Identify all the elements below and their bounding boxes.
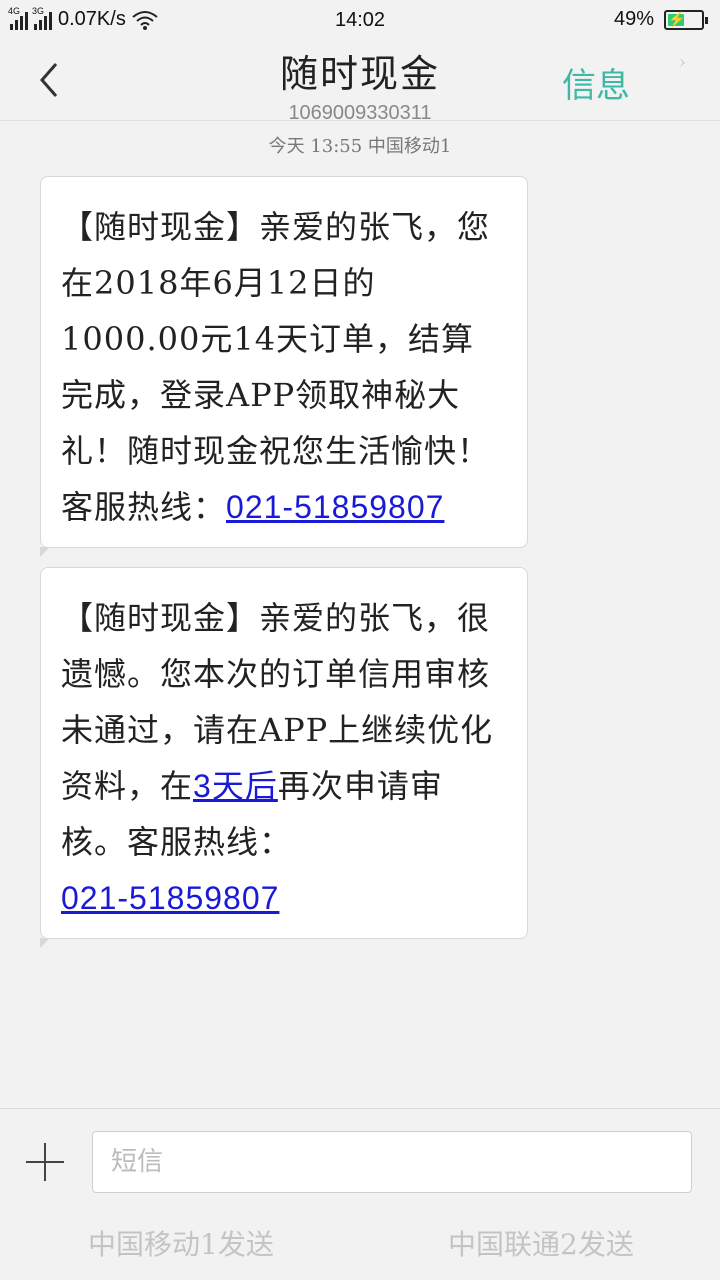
sms-input[interactable] (92, 1131, 692, 1193)
chevron-right-icon[interactable]: › (679, 52, 686, 73)
phone-link[interactable]: 021-51859807 (61, 880, 279, 916)
date-link[interactable]: 3天后 (193, 768, 278, 804)
status-bar: 4G 3G 0.07K/s 14:02 49% ⚡ (0, 0, 720, 40)
send-sim1-button[interactable]: 中国移动1发送 (88, 1223, 274, 1263)
battery-level: ⚡ (668, 10, 686, 27)
battery-percent: 49% (613, 8, 654, 30)
divider (0, 120, 720, 121)
battery-icon: ⚡ (664, 9, 708, 30)
message-bubble[interactable]: 【随时现金】亲爱的张飞，很遗憾。您本次的订单信用审核未通过，请在APP上继续优化… (40, 567, 528, 948)
message-timestamp: 今天 13:55 中国移动1 (268, 136, 452, 157)
clock: 14:02 (334, 9, 386, 31)
message-text: 【随时现金】亲爱的张飞，您在2018年6月12日的1000.00元14天订单，结… (61, 208, 491, 526)
info-button[interactable]: 信息 (562, 58, 630, 107)
phone-link[interactable]: 021-51859807 (226, 489, 444, 525)
conversation-header: 随时现金 1069009330311 信息 › (0, 40, 720, 124)
composer-bar: 中国移动1发送 中国联通2发送 (0, 1108, 720, 1280)
message-bubble[interactable]: 【随时现金】亲爱的张飞，您在2018年6月12日的1000.00元14天订单，结… (40, 176, 528, 557)
status-right: 49% ⚡ (613, 8, 708, 31)
send-sim2-button[interactable]: 中国联通2发送 (448, 1223, 634, 1263)
plus-icon[interactable] (26, 1143, 64, 1181)
